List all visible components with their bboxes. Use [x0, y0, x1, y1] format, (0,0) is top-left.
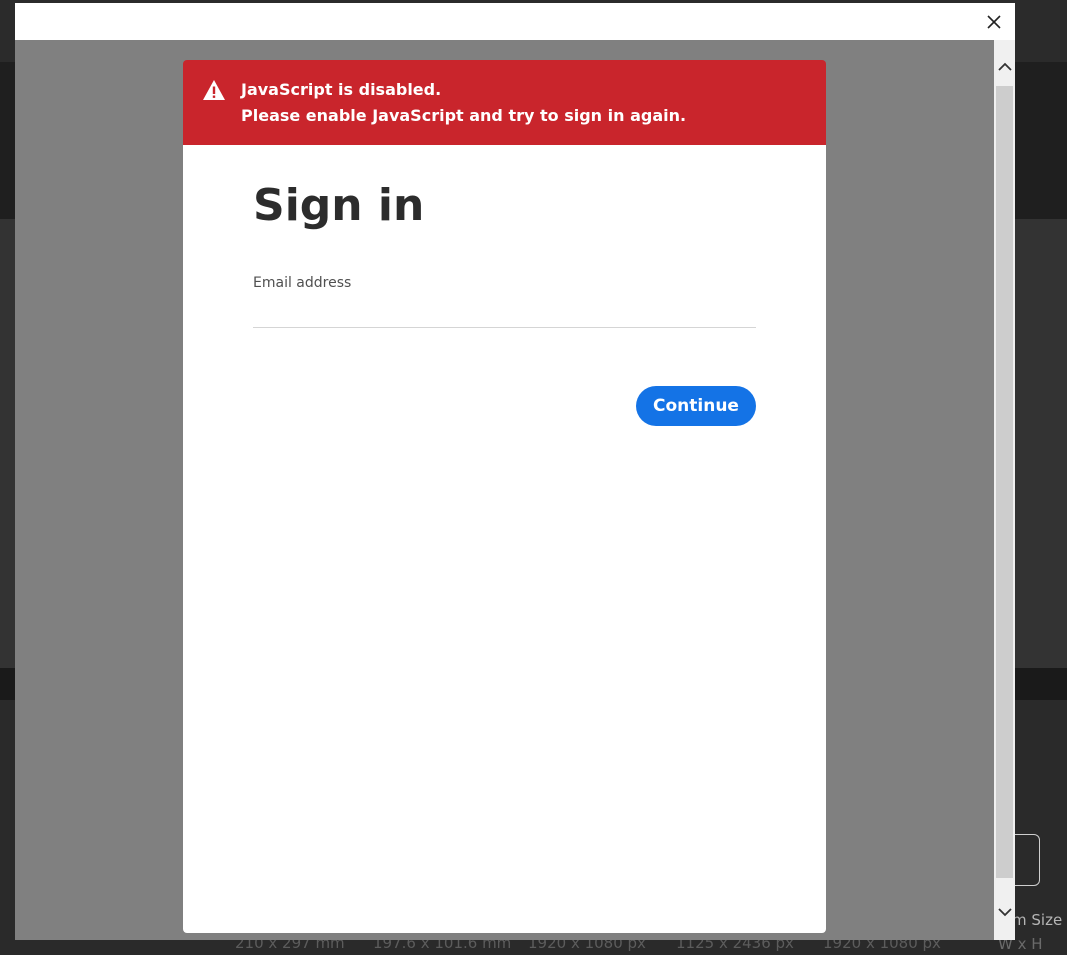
sign-in-popup-window: JavaScript is disabled. Please enable Ja…: [15, 3, 1015, 940]
email-field[interactable]: [253, 297, 756, 328]
scroll-up-button[interactable]: [994, 52, 1015, 82]
custom-size-label: m Size: [1012, 911, 1063, 929]
popup-title-bar: [15, 3, 1015, 40]
javascript-disabled-alert: JavaScript is disabled. Please enable Ja…: [183, 60, 826, 145]
vertical-scrollbar[interactable]: [994, 40, 1015, 940]
scroll-down-button[interactable]: [994, 895, 1015, 929]
close-button[interactable]: [981, 9, 1007, 35]
close-icon: [987, 15, 1001, 29]
scrollbar-thumb[interactable]: [996, 86, 1013, 878]
alert-message-title: JavaScript is disabled.: [241, 80, 442, 99]
page-title: Sign in: [253, 180, 425, 231]
continue-button[interactable]: Continue: [636, 386, 756, 426]
chevron-up-icon: [997, 62, 1012, 71]
email-label: Email address: [253, 275, 352, 291]
warning-icon: [203, 80, 225, 100]
sign-in-card: Sign in Email address Continue: [183, 145, 826, 933]
alert-message-detail: Please enable JavaScript and try to sign…: [241, 106, 687, 125]
chevron-down-icon: [997, 908, 1012, 917]
